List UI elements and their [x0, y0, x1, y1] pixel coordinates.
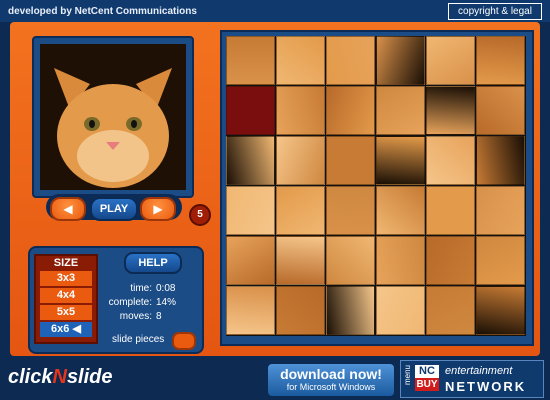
help-button[interactable]: HELP: [124, 252, 182, 274]
puzzle-tile[interactable]: [276, 86, 325, 135]
size-option-label: 6x6: [51, 323, 70, 335]
moves-label: moves:: [119, 311, 152, 322]
download-button[interactable]: download now! for Microsoft Windows: [266, 362, 396, 398]
slide-pieces-toggle[interactable]: [172, 332, 196, 350]
puzzle-tile[interactable]: [276, 286, 325, 335]
nc-text: NC: [419, 365, 435, 377]
logo-click: click: [8, 366, 53, 388]
menu-label[interactable]: menu: [403, 365, 412, 385]
entertainment-text: entertainment: [445, 365, 513, 377]
puzzle-board: [220, 30, 534, 346]
counter-badge: 5: [189, 204, 211, 226]
puzzle-tile[interactable]: [476, 86, 525, 135]
copyright-legal-link[interactable]: copyright & legal: [448, 3, 542, 20]
size-selector: SIZE 3x3 4x4 5x5 6x6 ◀: [34, 254, 98, 344]
download-subtitle: for Microsoft Windows: [286, 382, 376, 392]
puzzle-tile[interactable]: [326, 136, 375, 185]
size-option-4x4[interactable]: 4x4: [40, 288, 92, 303]
puzzle-tile[interactable]: [476, 136, 525, 185]
puzzle-tile[interactable]: [476, 36, 525, 85]
puzzle-tile[interactable]: [326, 86, 375, 135]
puzzle-tile[interactable]: [376, 286, 425, 335]
prev-button[interactable]: ◀: [50, 197, 86, 221]
puzzle-tile[interactable]: [226, 286, 275, 335]
puzzle-tile[interactable]: [276, 36, 325, 85]
developer-credit: developed by NetCent Communications: [8, 6, 197, 17]
network-banner[interactable]: menu NC BUY entertainment NETWORK: [400, 360, 544, 398]
empty-slot[interactable]: [226, 86, 275, 135]
puzzle-tile[interactable]: [326, 186, 375, 235]
puzzle-tile[interactable]: [476, 286, 525, 335]
click-n-slide-logo: clickNslide: [8, 366, 113, 389]
size-option-5x5[interactable]: 5x5: [40, 305, 92, 320]
puzzle-tile[interactable]: [476, 186, 525, 235]
buy-text: BUY: [415, 378, 439, 391]
play-button[interactable]: PLAY: [90, 197, 138, 221]
size-option-6x6[interactable]: 6x6 ◀: [40, 322, 92, 337]
logo-slide: slide: [66, 366, 113, 388]
network-text: NETWORK: [445, 379, 527, 394]
time-label: time:: [130, 283, 152, 294]
puzzle-tile[interactable]: [376, 36, 425, 85]
slide-pieces-label: slide pieces: [112, 334, 165, 345]
puzzle-tile[interactable]: [426, 286, 475, 335]
size-option-3x3[interactable]: 3x3: [40, 271, 92, 286]
complete-label: complete:: [108, 297, 152, 308]
puzzle-tile[interactable]: [276, 236, 325, 285]
size-title: SIZE: [53, 257, 79, 269]
next-button[interactable]: ▶: [140, 197, 176, 221]
selected-marker-icon: ◀: [72, 323, 81, 335]
puzzle-tile[interactable]: [426, 236, 475, 285]
puzzle-tile[interactable]: [276, 136, 325, 185]
puzzle-tile[interactable]: [226, 36, 275, 85]
puzzle-tile[interactable]: [426, 36, 475, 85]
puzzle-tile[interactable]: [426, 186, 475, 235]
puzzle-tile[interactable]: [376, 186, 425, 235]
puzzle-tile[interactable]: [476, 236, 525, 285]
puzzle-tile[interactable]: [226, 136, 275, 185]
download-title: download now!: [280, 366, 382, 382]
puzzle-tile[interactable]: [426, 136, 475, 185]
puzzle-tile[interactable]: [376, 136, 425, 185]
kitten-preview-image: [40, 44, 186, 190]
puzzle-tile[interactable]: [276, 186, 325, 235]
puzzle-tile[interactable]: [326, 236, 375, 285]
top-bar: developed by NetCent Communications copy…: [0, 0, 550, 22]
logo-n: N: [52, 366, 67, 388]
puzzle-tile[interactable]: [326, 36, 375, 85]
puzzle-tile[interactable]: [426, 86, 475, 135]
time-value: 0:08: [156, 283, 176, 294]
ncbuy-logo: NC BUY: [415, 365, 439, 391]
puzzle-tile[interactable]: [226, 186, 275, 235]
puzzle-tile[interactable]: [376, 86, 425, 135]
puzzle-tile[interactable]: [326, 286, 375, 335]
puzzle-tile[interactable]: [376, 236, 425, 285]
puzzle-grid: [226, 36, 526, 336]
preview-frame: [32, 36, 194, 198]
puzzle-tile[interactable]: [226, 236, 275, 285]
moves-value: 8: [156, 311, 162, 322]
complete-value: 14%: [156, 297, 177, 308]
